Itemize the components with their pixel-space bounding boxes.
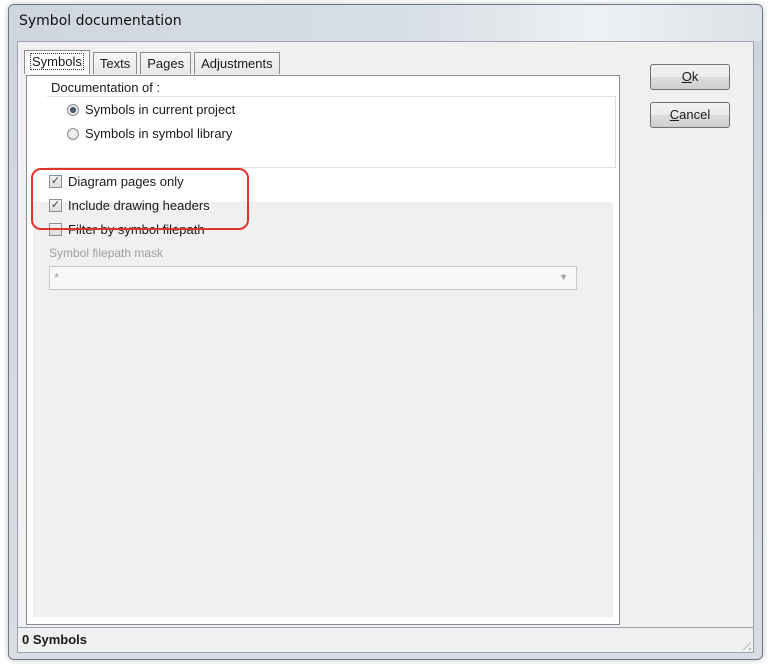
filepath-mask-value: * <box>54 270 60 285</box>
dialog-window: Symbol documentation Symbols Texts Pages… <box>8 4 763 660</box>
radio-symbol-library-label: Symbols in symbol library <box>85 126 233 141</box>
tab-pages[interactable]: Pages <box>140 52 192 74</box>
tab-pages-label: Pages <box>147 56 185 71</box>
ok-button[interactable]: Ok <box>650 64 730 90</box>
radio-unselected-icon[interactable] <box>67 127 79 140</box>
window-title: Symbol documentation <box>19 13 182 29</box>
tab-symbols[interactable]: Symbols <box>24 50 90 74</box>
tab-texts[interactable]: Texts <box>92 52 138 74</box>
filter-by-filepath-checkbox[interactable]: Filter by symbol filepath <box>49 222 205 237</box>
symbols-tab-panel: Documentation of : Symbols in current pr… <box>26 75 620 625</box>
filepath-mask-label: Symbol filepath mask <box>49 246 164 260</box>
cancel-mnemonic: C <box>669 107 680 122</box>
radio-selected-icon[interactable] <box>67 103 79 116</box>
tab-adjustments-label: Adjustments <box>201 56 273 71</box>
ok-mnemonic: O <box>681 69 692 84</box>
checkmark-icon[interactable]: ✓ <box>49 175 62 188</box>
symbol-count-status: 0 Symbols <box>22 632 88 647</box>
status-bar: 0 Symbols <box>18 627 753 652</box>
checkmark-icon[interactable]: ✓ <box>49 199 62 212</box>
diagram-pages-only-checkbox[interactable]: ✓ Diagram pages only <box>49 174 184 189</box>
radio-symbol-library[interactable]: Symbols in symbol library <box>67 126 232 141</box>
tab-strip: Symbols Texts Pages Adjustments <box>24 50 283 76</box>
options-area <box>33 202 613 617</box>
filepath-mask-combobox[interactable]: * ▼ <box>49 266 577 290</box>
diagram-pages-only-label: Diagram pages only <box>68 174 184 189</box>
dropdown-arrow-icon[interactable]: ▼ <box>559 272 568 282</box>
title-bar[interactable]: Symbol documentation <box>9 5 762 41</box>
include-drawing-headers-checkbox[interactable]: ✓ Include drawing headers <box>49 198 210 213</box>
dialog-client-area: Symbols Texts Pages Adjustments Document… <box>17 41 754 653</box>
tab-texts-label: Texts <box>99 56 131 71</box>
tab-adjustments[interactable]: Adjustments <box>194 52 280 74</box>
radio-current-project-label: Symbols in current project <box>85 102 236 117</box>
documentation-of-label: Documentation of : <box>51 80 161 95</box>
unchecked-box-icon[interactable] <box>49 223 62 236</box>
include-drawing-headers-label: Include drawing headers <box>68 198 210 213</box>
ok-label-rest: k <box>691 69 699 84</box>
cancel-label-rest: ancel <box>679 107 711 122</box>
resize-grip-icon[interactable] <box>739 638 751 650</box>
filter-by-filepath-label: Filter by symbol filepath <box>68 222 205 237</box>
radio-current-project[interactable]: Symbols in current project <box>67 102 235 117</box>
cancel-button[interactable]: Cancel <box>650 102 730 128</box>
tab-symbols-label: Symbols <box>30 53 84 70</box>
